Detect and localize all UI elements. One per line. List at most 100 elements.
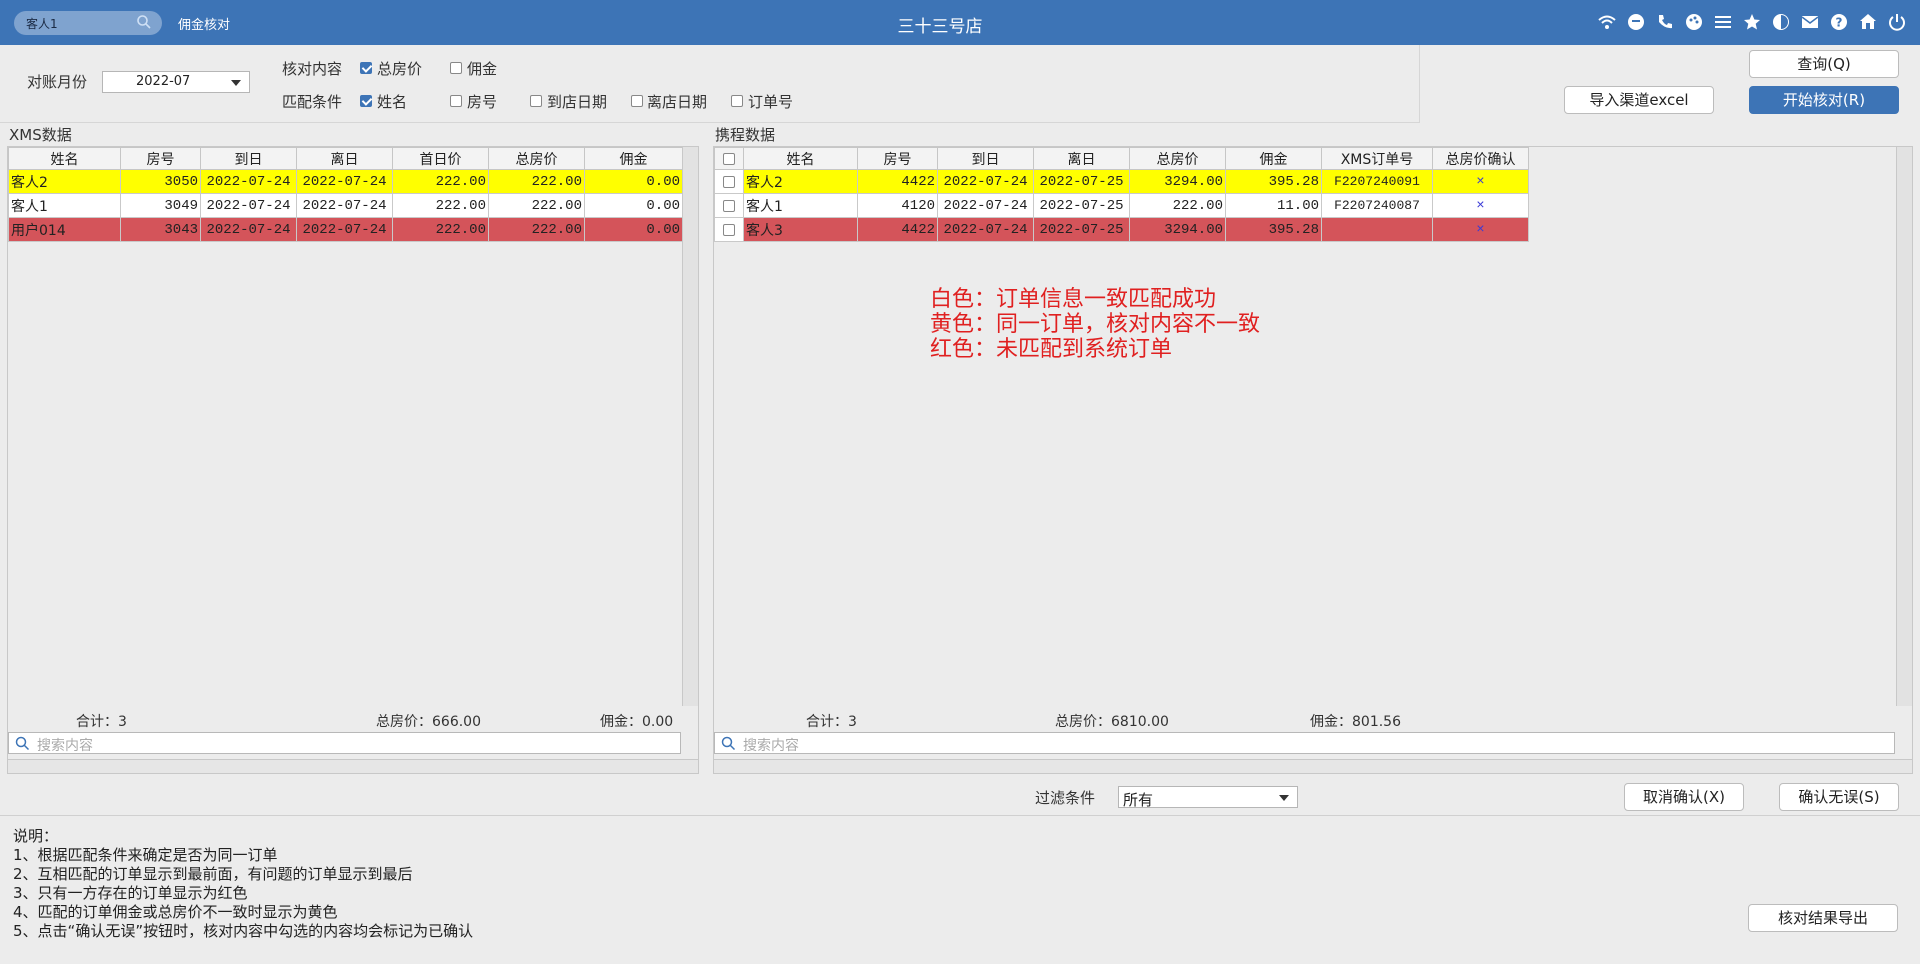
match-departure-checkbox[interactable] xyxy=(631,95,643,107)
ctrip-total-price: 总房价：6810.00 xyxy=(1055,714,1169,730)
match-arrival-checkbox[interactable] xyxy=(530,95,542,107)
cell-total-price: 3294.00 xyxy=(1129,169,1226,194)
xms-col-first-price[interactable]: 首日价 xyxy=(392,147,489,170)
ctrip-col-xms-order[interactable]: XMS订单号 xyxy=(1321,147,1433,170)
cell-commission: 0.00 xyxy=(584,193,683,218)
xms-total-price: 总房价：666.00 xyxy=(376,714,481,730)
cell-name: 客人1 xyxy=(8,193,121,218)
cell-total-price: 222.00 xyxy=(1129,193,1226,218)
ctrip-vertical-scrollbar[interactable] xyxy=(1896,147,1912,706)
cell-name: 客人2 xyxy=(743,169,858,194)
xms-horizontal-scrollbar[interactable] xyxy=(8,759,698,773)
wifi-icon[interactable] xyxy=(1596,11,1618,33)
table-row[interactable]: 客人2 3050 2022-07-24 2022-07-24 222.00 22… xyxy=(8,169,683,194)
ctrip-col-price-confirm[interactable]: 总房价确认 xyxy=(1432,147,1529,170)
chevron-down-icon xyxy=(1279,795,1289,801)
cell-xms-order xyxy=(1321,217,1433,242)
match-order-checkbox[interactable] xyxy=(731,95,743,107)
row-checkbox[interactable] xyxy=(723,199,735,212)
xms-col-total-price[interactable]: 总房价 xyxy=(488,147,585,170)
svg-text:?: ? xyxy=(1836,16,1843,30)
theme-icon[interactable] xyxy=(1770,11,1792,33)
cell-departure: 2022-07-24 xyxy=(296,193,393,218)
month-select[interactable]: 2022-07 xyxy=(102,71,250,93)
xms-total-count: 合计：3 xyxy=(76,714,127,730)
match-room-checkbox[interactable] xyxy=(450,95,462,107)
xms-col-name[interactable]: 姓名 xyxy=(8,147,121,170)
ctrip-col-total-price[interactable]: 总房价 xyxy=(1129,147,1226,170)
ctrip-horizontal-scrollbar[interactable] xyxy=(714,759,1912,773)
cell-price-confirm[interactable]: × xyxy=(1432,193,1529,218)
confirm-ok-button[interactable]: 确认无误(S) xyxy=(1779,783,1899,811)
row-checkbox[interactable] xyxy=(723,175,735,188)
cell-price-confirm[interactable]: × xyxy=(1432,169,1529,194)
help-icon[interactable]: ? xyxy=(1828,11,1850,33)
cell-arrival: 2022-07-24 xyxy=(200,193,297,218)
ctrip-col-name[interactable]: 姓名 xyxy=(743,147,858,170)
xms-vertical-scrollbar[interactable] xyxy=(682,147,698,706)
note-line: 5、点击“确认无误”按钮时，核对内容中勾选的内容均会标记为已确认 xyxy=(13,922,474,940)
query-button[interactable]: 查询(Q) xyxy=(1749,50,1899,78)
table-row[interactable]: 客人2 4422 2022-07-24 2022-07-25 3294.00 3… xyxy=(714,169,1529,194)
match-name-checkbox[interactable] xyxy=(360,95,372,107)
filter-label: 过滤条件 xyxy=(1035,789,1096,807)
power-icon[interactable] xyxy=(1886,11,1908,33)
palette-icon[interactable] xyxy=(1683,11,1705,33)
note-line: 3、只有一方存在的订单显示为红色 xyxy=(13,884,248,902)
cell-arrival: 2022-07-24 xyxy=(937,217,1034,242)
ctrip-col-room[interactable]: 房号 xyxy=(857,147,938,170)
cell-total-price: 222.00 xyxy=(488,217,585,242)
match-arrival-label: 到店日期 xyxy=(547,93,608,111)
color-legend: 白色：订单信息一致匹配成功 黄色：同一订单，核对内容不一致 红色：未匹配到系统订… xyxy=(930,287,1260,362)
cell-price-confirm[interactable]: × xyxy=(1432,217,1529,242)
filter-value: 所有 xyxy=(1123,791,1154,809)
cancel-confirm-button[interactable]: 取消确认(X) xyxy=(1624,783,1744,811)
table-row[interactable]: 客人1 3049 2022-07-24 2022-07-24 222.00 22… xyxy=(8,193,683,218)
cell-name: 客人1 xyxy=(743,193,858,218)
cell-total-price: 3294.00 xyxy=(1129,217,1226,242)
ctrip-grid: 姓名 房号 到日 离日 总房价 佣金 XMS订单号 总房价确认 客人2 4422… xyxy=(713,146,1913,774)
match-order-label: 订单号 xyxy=(748,93,794,111)
cell-commission: 0.00 xyxy=(584,169,683,194)
table-row[interactable]: 客人3 4422 2022-07-24 2022-07-25 3294.00 3… xyxy=(714,217,1529,242)
ctrip-search-input[interactable]: 搜索内容 xyxy=(714,732,1895,754)
ctrip-total-count: 合计：3 xyxy=(806,714,857,730)
table-row[interactable]: 客人1 4120 2022-07-24 2022-07-25 222.00 11… xyxy=(714,193,1529,218)
phone-icon[interactable] xyxy=(1654,11,1676,33)
mail-icon[interactable] xyxy=(1799,11,1821,33)
ctrip-col-departure[interactable]: 离日 xyxy=(1033,147,1130,170)
chat-icon[interactable] xyxy=(1625,11,1647,33)
xms-col-commission[interactable]: 佣金 xyxy=(584,147,683,170)
check-commission-label: 佣金 xyxy=(467,60,498,78)
xms-table: 姓名 房号 到日 离日 首日价 总房价 佣金 客人2 3050 2022-07-… xyxy=(8,147,683,242)
ctrip-header-row: 姓名 房号 到日 离日 总房价 佣金 XMS订单号 总房价确认 xyxy=(714,147,1529,170)
ctrip-col-commission[interactable]: 佣金 xyxy=(1225,147,1322,170)
xms-col-arrival[interactable]: 到日 xyxy=(200,147,297,170)
xms-search-input[interactable]: 搜索内容 xyxy=(8,732,681,754)
row-checkbox[interactable] xyxy=(723,223,735,236)
ctrip-col-arrival[interactable]: 到日 xyxy=(937,147,1034,170)
export-results-button[interactable]: 核对结果导出 xyxy=(1748,904,1898,932)
home-icon[interactable] xyxy=(1857,11,1879,33)
table-row[interactable]: 用户014 3043 2022-07-24 2022-07-24 222.00 … xyxy=(8,217,683,242)
search-icon xyxy=(15,736,30,755)
star-icon[interactable] xyxy=(1741,11,1763,33)
start-check-button[interactable]: 开始核对(R) xyxy=(1749,86,1899,114)
xms-col-departure[interactable]: 离日 xyxy=(296,147,393,170)
legend-white: 白色：订单信息一致匹配成功 xyxy=(930,287,1217,312)
cell-first-price: 222.00 xyxy=(392,193,489,218)
select-all-checkbox[interactable] xyxy=(723,152,735,165)
cell-room: 3049 xyxy=(120,193,201,218)
filter-select[interactable]: 所有 xyxy=(1118,786,1298,809)
import-excel-button[interactable]: 导入渠道excel xyxy=(1564,86,1714,114)
cell-commission: 395.28 xyxy=(1225,217,1322,242)
ctrip-table: 姓名 房号 到日 离日 总房价 佣金 XMS订单号 总房价确认 客人2 4422… xyxy=(714,147,1529,242)
check-commission-checkbox[interactable] xyxy=(450,62,462,74)
check-total-price-checkbox[interactable] xyxy=(360,62,372,74)
menu-icon[interactable] xyxy=(1712,11,1734,33)
instructions-panel: 说明： 1、根据匹配条件来确定是否为同一订单 2、互相匹配的订单显示到最前面，有… xyxy=(0,815,1920,964)
cell-total-price: 222.00 xyxy=(488,169,585,194)
xms-col-room[interactable]: 房号 xyxy=(120,147,201,170)
cell-departure: 2022-07-25 xyxy=(1033,217,1130,242)
cell-commission: 395.28 xyxy=(1225,169,1322,194)
